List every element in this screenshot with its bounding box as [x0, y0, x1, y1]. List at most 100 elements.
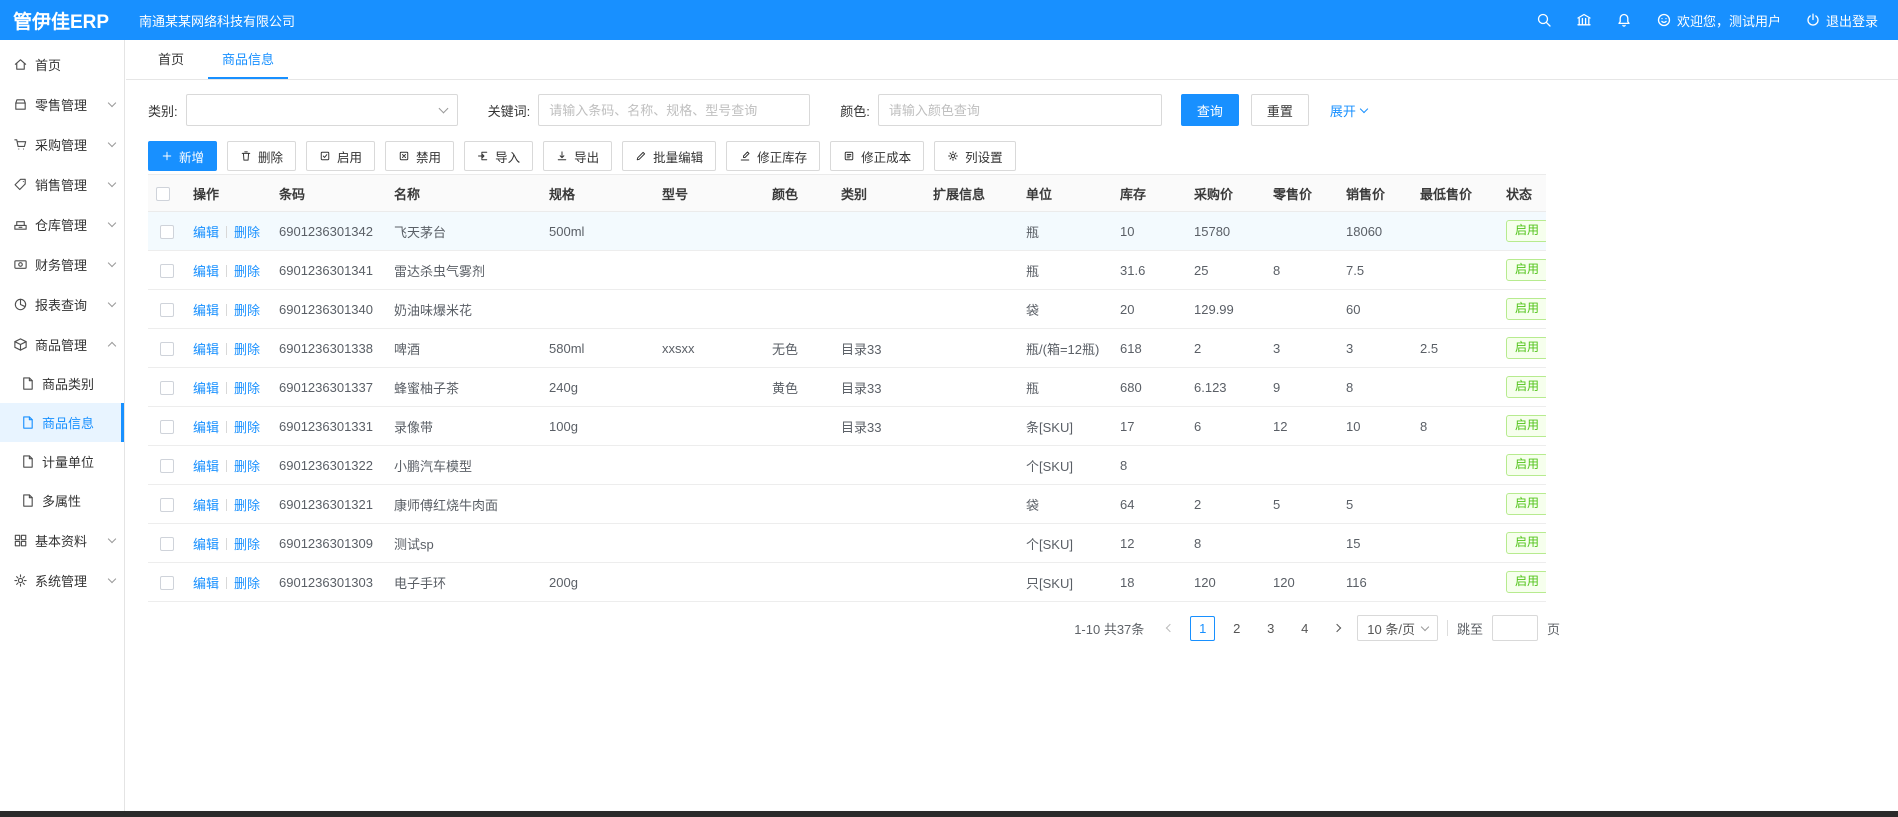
page-size-select[interactable]: 10 条/页: [1357, 615, 1438, 641]
row-checkbox[interactable]: [160, 303, 174, 317]
edit-link[interactable]: 编辑: [193, 576, 219, 591]
row-checkbox[interactable]: [160, 264, 174, 278]
welcome-user[interactable]: 欢迎您，测试用户: [1656, 11, 1781, 30]
sidebar-item-home[interactable]: 首页: [0, 44, 124, 84]
edit-link[interactable]: 编辑: [193, 303, 219, 318]
sidebar-item-basic-data[interactable]: 基本资料: [0, 520, 124, 560]
status-badge[interactable]: 启用: [1506, 454, 1546, 476]
sidebar-item-finance-mgmt[interactable]: 财务管理: [0, 244, 124, 284]
status-badge[interactable]: 启用: [1506, 337, 1546, 359]
color-input[interactable]: [878, 94, 1162, 126]
page-button-2[interactable]: 2: [1224, 616, 1249, 641]
cell-category: [833, 446, 925, 485]
delete-link[interactable]: 删除: [234, 420, 260, 435]
sidebar-item-product-category[interactable]: 商品类别: [0, 364, 124, 403]
delete-link[interactable]: 删除: [234, 381, 260, 396]
logout-button[interactable]: 退出登录: [1805, 11, 1878, 30]
sidebar-item-purchase-mgmt[interactable]: 采购管理: [0, 124, 124, 164]
link-separator: [226, 499, 227, 511]
cell-unit: 个[SKU]: [1018, 524, 1112, 563]
status-badge[interactable]: 启用: [1506, 376, 1546, 398]
jump-page-input[interactable]: [1492, 615, 1538, 641]
row-checkbox[interactable]: [160, 420, 174, 434]
row-checkbox[interactable]: [160, 498, 174, 512]
delete-link[interactable]: 删除: [234, 537, 260, 552]
delete-link[interactable]: 删除: [234, 264, 260, 279]
sidebar-item-warehouse-mgmt[interactable]: 仓库管理: [0, 204, 124, 244]
batch-edit-button[interactable]: 批量编辑: [622, 141, 716, 171]
bank-icon[interactable]: [1576, 12, 1592, 28]
delete-link[interactable]: 删除: [234, 342, 260, 357]
status-badge[interactable]: 启用: [1506, 259, 1546, 281]
button-label: 列设置: [965, 147, 1003, 166]
sidebar-item-system-mgmt[interactable]: 系统管理: [0, 560, 124, 600]
row-checkbox[interactable]: [160, 537, 174, 551]
disable-button[interactable]: 禁用: [385, 141, 454, 171]
add-button[interactable]: 新增: [148, 141, 217, 171]
column-settings-button[interactable]: 列设置: [934, 141, 1016, 171]
delete-link[interactable]: 删除: [234, 498, 260, 513]
tab-product-info[interactable]: 商品信息: [208, 40, 288, 79]
prev-page-button[interactable]: [1159, 616, 1181, 641]
row-checkbox[interactable]: [160, 342, 174, 356]
next-page-button[interactable]: [1326, 616, 1348, 641]
search-icon[interactable]: [1536, 12, 1552, 28]
import-button[interactable]: 导入: [464, 141, 533, 171]
page-button-1[interactable]: 1: [1190, 616, 1215, 641]
export-button[interactable]: 导出: [543, 141, 612, 171]
status-badge[interactable]: 启用: [1506, 532, 1546, 554]
status-badge[interactable]: 启用: [1506, 571, 1546, 593]
fix-cost-button[interactable]: 修正成本: [830, 141, 924, 171]
sidebar-item-sales-mgmt[interactable]: 销售管理: [0, 164, 124, 204]
edit-link[interactable]: 编辑: [193, 381, 219, 396]
report-icon: [13, 297, 28, 312]
status-badge[interactable]: 启用: [1506, 493, 1546, 515]
delete-link[interactable]: 删除: [234, 225, 260, 240]
logout-text: 退出登录: [1826, 11, 1878, 30]
keyword-input[interactable]: [538, 94, 810, 126]
cell-stock: 18: [1112, 563, 1186, 602]
edit-link[interactable]: 编辑: [193, 537, 219, 552]
edit-link[interactable]: 编辑: [193, 498, 219, 513]
sidebar-item-retail-mgmt[interactable]: 零售管理: [0, 84, 124, 124]
edit-link[interactable]: 编辑: [193, 459, 219, 474]
search-button[interactable]: 查询: [1181, 94, 1239, 126]
row-checkbox[interactable]: [160, 576, 174, 590]
bell-icon[interactable]: [1616, 12, 1632, 28]
expand-link[interactable]: 展开: [1330, 101, 1367, 120]
page-button-3[interactable]: 3: [1258, 616, 1283, 641]
sidebar-item-measure-unit[interactable]: 计量单位: [0, 442, 124, 481]
delete-button[interactable]: 删除: [227, 141, 296, 171]
row-checkbox[interactable]: [160, 381, 174, 395]
fix-stock-button[interactable]: 修正库存: [726, 141, 820, 171]
content: 类别: 关键词: 颜色: 查询 重置 展开: [126, 80, 1566, 641]
delete-link[interactable]: 删除: [234, 303, 260, 318]
sidebar-item-report-query[interactable]: 报表查询: [0, 284, 124, 324]
status-badge[interactable]: 启用: [1506, 220, 1546, 242]
enable-button[interactable]: 启用: [306, 141, 375, 171]
delete-link[interactable]: 删除: [234, 576, 260, 591]
status-badge[interactable]: 启用: [1506, 415, 1546, 437]
edit-link[interactable]: 编辑: [193, 225, 219, 240]
category-select[interactable]: [186, 94, 458, 126]
delete-link[interactable]: 删除: [234, 459, 260, 474]
select-all-checkbox[interactable]: [156, 187, 170, 201]
row-checkbox[interactable]: [160, 459, 174, 473]
reset-button[interactable]: 重置: [1251, 94, 1309, 126]
row-checkbox[interactable]: [160, 225, 174, 239]
status-badge[interactable]: 启用: [1506, 298, 1546, 320]
sidebar-item-product-mgmt[interactable]: 商品管理: [0, 324, 124, 364]
column-header-sale-price: 销售价: [1338, 175, 1412, 212]
pagination: 1-10 共37条 1 2 3 4 10 条/页 跳至 页: [148, 615, 1560, 641]
edit-link[interactable]: 编辑: [193, 342, 219, 357]
sidebar-item-multi-attribute[interactable]: 多属性: [0, 481, 124, 520]
welcome-text: 欢迎您，测试用户: [1677, 11, 1781, 30]
edit-link[interactable]: 编辑: [193, 420, 219, 435]
pencil-icon: [635, 150, 647, 162]
sidebar-item-product-info[interactable]: 商品信息: [0, 403, 124, 442]
tab-home[interactable]: 首页: [144, 40, 198, 79]
page-button-4[interactable]: 4: [1292, 616, 1317, 641]
sidebar-item-label: 商品类别: [42, 374, 115, 393]
edit-link[interactable]: 编辑: [193, 264, 219, 279]
cell-ext: [925, 212, 1018, 251]
